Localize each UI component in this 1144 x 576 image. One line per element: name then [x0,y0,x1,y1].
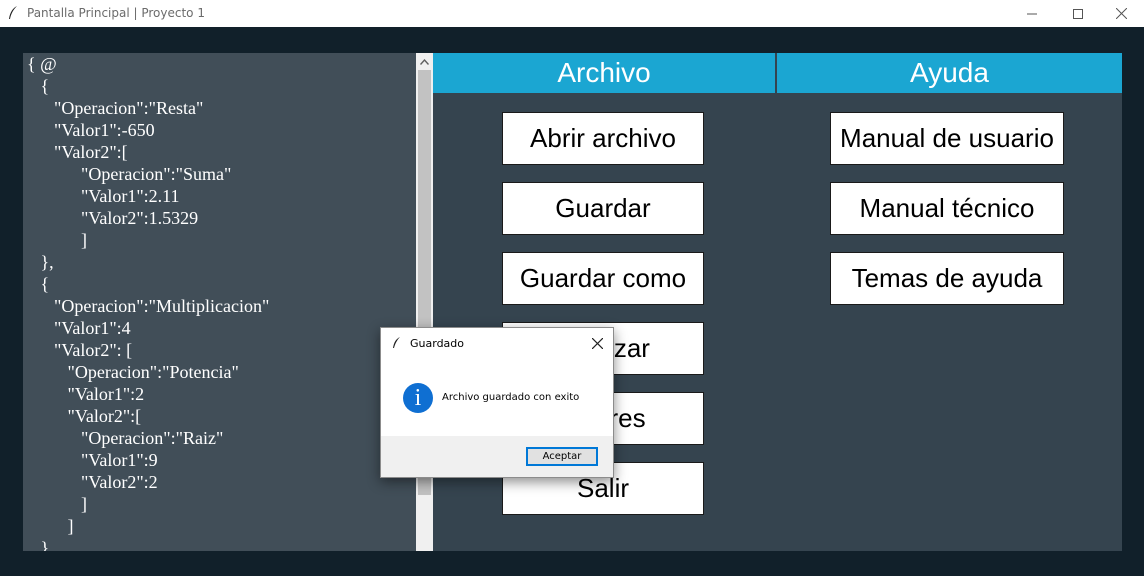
editor-line: "Valor2":[ [27,142,128,162]
manual-tecnico-button[interactable]: Manual técnico [830,182,1064,235]
editor-line: "Operacion":"Potencia" [27,362,239,382]
editor-line: "Operacion":"Suma" [27,164,232,184]
editor-line: "Operacion":"Multiplicacion" [27,296,270,316]
dialog-title: Guardado [410,337,465,350]
maximize-button[interactable] [1055,0,1101,27]
abrir-archivo-button[interactable]: Abrir archivo [502,112,704,165]
editor-line: "Valor2":[ [27,406,142,426]
minimize-button[interactable] [1009,0,1055,27]
editor-line: }, [27,252,54,272]
editor-line: ] [27,494,87,514]
manual-usuario-button[interactable]: Manual de usuario [830,112,1064,165]
editor-line: "Valor1":2.11 [27,186,180,206]
aceptar-button[interactable]: Aceptar [526,447,598,466]
editor-line: "Valor1":2 [27,384,145,404]
editor-line: "Valor2": [ [27,340,133,360]
editor-line: { @ [27,54,57,74]
chevron-up-icon [420,58,429,65]
guardar-button[interactable]: Guardar [502,182,704,235]
editor-line: "Operacion":"Raiz" [27,428,224,448]
dialog-footer: Aceptar [381,436,613,477]
editor-line: } [27,538,50,551]
editor-line: { [27,274,50,294]
editor-line: "Operacion":"Resta" [27,98,204,118]
scroll-up-button[interactable] [416,53,433,70]
editor-line: ] [27,230,87,250]
feather-icon [9,6,17,19]
maximize-icon [1073,8,1083,19]
editor-line: "Valor2":2 [27,472,158,492]
feather-icon [393,337,400,348]
editor-line: "Valor1":9 [27,450,158,470]
editor-line: "Valor1":4 [27,318,131,338]
window-titlebar: Pantalla Principal | Proyecto 1 [0,0,1144,27]
temas-ayuda-button[interactable]: Temas de ayuda [830,252,1064,305]
editor-line: { [27,76,50,96]
close-icon [591,337,603,349]
editor-line: "Valor1":-650 [27,120,155,140]
editor-line: ] [27,516,74,536]
editor-line: "Valor2":1.5329 [27,208,199,228]
dialog-message: Archivo guardado con exito [442,392,580,403]
archivo-header: Archivo [433,53,775,93]
guardar-como-button[interactable]: Guardar como [502,252,704,305]
json-editor[interactable]: { @ { "Operacion":"Resta" "Valor1":-650 … [23,53,416,551]
minimize-icon [1027,13,1037,14]
dialog-close-button[interactable] [588,334,606,352]
info-icon: i [403,383,433,413]
window-title: Pantalla Principal | Proyecto 1 [27,6,205,20]
close-button[interactable] [1098,0,1144,27]
close-icon [1115,8,1127,19]
guardado-dialog: Guardado i Archivo guardado con exito Ac… [380,327,614,478]
ayuda-header: Ayuda [777,53,1122,93]
